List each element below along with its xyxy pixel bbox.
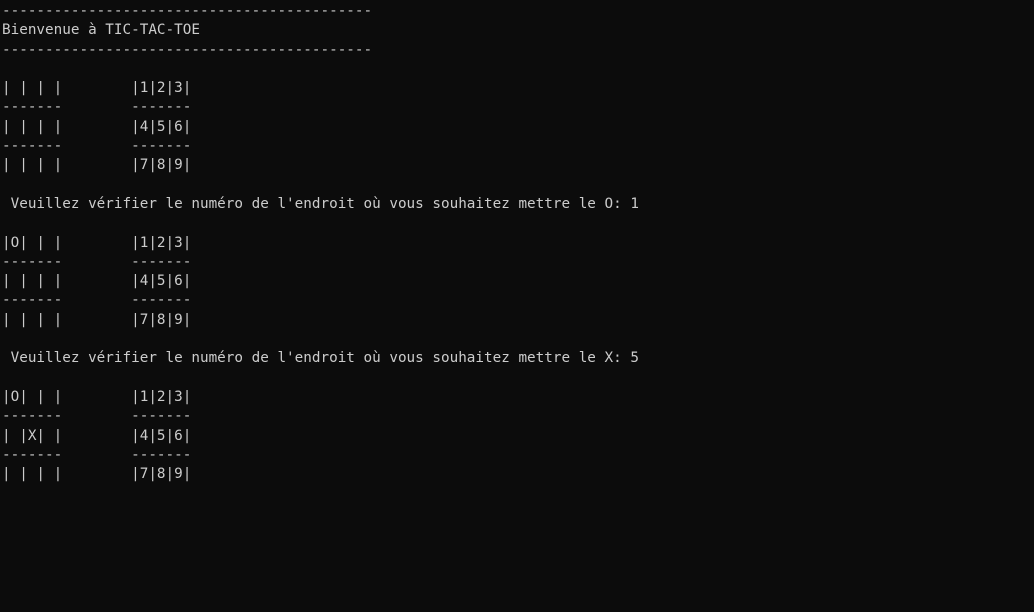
board-row-2: | | | | |4|5|6| — [2, 118, 192, 135]
board-divider: ------- ------- — [2, 408, 192, 425]
board-row-1: |O| | | |1|2|3| — [2, 388, 192, 405]
board-row-3: | | | | |7|8|9| — [2, 311, 192, 328]
board-row-3: | | | | |7|8|9| — [2, 466, 192, 483]
board-row-1: | | | | |1|2|3| — [2, 80, 192, 97]
board-divider: ------- ------- — [2, 138, 192, 155]
separator-line: ----------------------------------------… — [2, 41, 373, 58]
board-row-1: |O| | | |1|2|3| — [2, 234, 192, 251]
board-divider: ------- ------- — [2, 292, 192, 309]
board-row-2: | | | | |4|5|6| — [2, 273, 192, 290]
prompt-move-o: Veuillez vérifier le numéro de l'endroit… — [2, 195, 639, 212]
board-row-2: | |X| | |4|5|6| — [2, 427, 192, 444]
board-divider: ------- ------- — [2, 446, 192, 463]
console-window[interactable]: ----------------------------------------… — [0, 0, 1034, 612]
board-divider: ------- ------- — [2, 99, 192, 116]
board-divider: ------- ------- — [2, 253, 192, 270]
separator-line: ----------------------------------------… — [2, 3, 373, 19]
prompt-move-x: Veuillez vérifier le numéro de l'endroit… — [2, 350, 639, 367]
board-row-3: | | | | |7|8|9| — [2, 157, 192, 174]
welcome-title: Bienvenue à TIC-TAC-TOE — [2, 22, 200, 39]
